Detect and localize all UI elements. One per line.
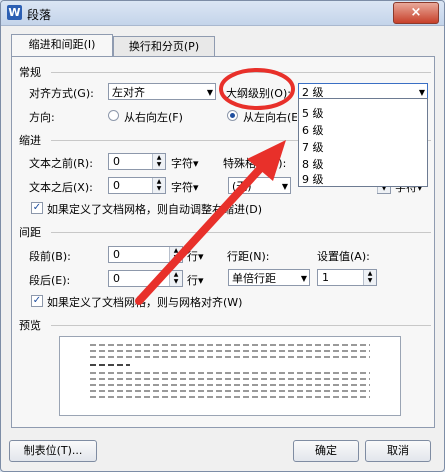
annotation-overlay bbox=[135, 68, 295, 305]
paragraph-dialog: W 段落 × 缩进和间距(I) 换行和分页(P) 常规 对齐方式(G): 左对齐… bbox=[0, 0, 445, 472]
highlight-circle bbox=[219, 68, 295, 110]
annotation-arrow bbox=[135, 155, 273, 305]
